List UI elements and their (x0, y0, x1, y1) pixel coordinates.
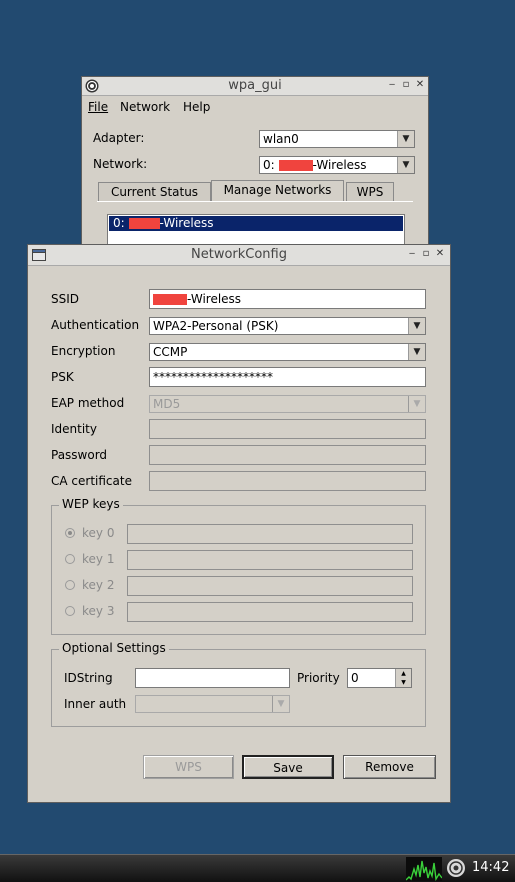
maximize-icon[interactable]: ▫ (400, 78, 412, 92)
wpa-gui-titlebar[interactable]: wpa_gui ‒ ▫ ✕ (82, 77, 428, 96)
list-item[interactable]: 0: -Wireless (109, 216, 403, 231)
eap-method-select[interactable]: MD5 ▼ (149, 395, 426, 413)
optional-settings-group (51, 649, 426, 727)
network-config-window: NetworkConfig ‒ ▫ ✕ SSID Authentication … (27, 244, 451, 803)
ssid-label: SSID (51, 292, 80, 306)
ca-certificate-label: CA certificate (51, 474, 132, 488)
key-2-radio[interactable] (65, 580, 75, 590)
idstring-label: IDString (64, 671, 113, 685)
priority-spinbox[interactable]: 0 ▲ ▼ (347, 668, 412, 688)
authentication-select[interactable]: WPA2-Personal (PSK) ▼ (149, 317, 426, 335)
chevron-down-icon[interactable]: ▼ (397, 131, 414, 147)
key-2-field[interactable] (127, 576, 413, 596)
network-config-titlebar[interactable]: NetworkConfig ‒ ▫ ✕ (28, 245, 450, 266)
authentication-label: Authentication (51, 318, 140, 332)
network-monitor-graph[interactable] (406, 857, 442, 881)
minimize-icon[interactable]: ‒ (406, 247, 418, 261)
close-icon[interactable]: ✕ (414, 78, 426, 92)
taskbar: 14:42 (0, 854, 515, 882)
list-item-prefix: 0: (113, 216, 129, 230)
network-prefix: 0: (263, 158, 279, 172)
network-config-title: NetworkConfig (191, 247, 287, 262)
wpa-gui-title: wpa_gui (228, 78, 282, 93)
minimize-icon[interactable]: ‒ (386, 78, 398, 92)
menu-help[interactable]: Help (183, 100, 210, 114)
inner-auth-label: Inner auth (64, 697, 127, 711)
spin-down-icon[interactable]: ▼ (395, 678, 411, 687)
key-1-label: key 1 (82, 552, 115, 566)
wpa-gui-window: wpa_gui ‒ ▫ ✕ File Network Help Adapter:… (81, 76, 429, 256)
close-icon[interactable]: ✕ (434, 247, 446, 261)
identity-field[interactable] (149, 419, 426, 439)
password-label: Password (51, 448, 108, 462)
tab-manage-networks[interactable]: Manage Networks (211, 180, 344, 201)
wep-keys-title: WEP keys (59, 497, 123, 511)
redaction-mark (128, 218, 160, 229)
taskbar-clock: 14:42 (472, 860, 510, 875)
priority-label: Priority (297, 671, 340, 685)
adapter-value: wlan0 (263, 132, 299, 146)
adapter-select[interactable]: wlan0 ▼ (259, 130, 415, 148)
chevron-down-icon[interactable]: ▼ (408, 318, 425, 334)
network-suffix: -Wireless (312, 158, 367, 172)
idstring-field[interactable] (135, 668, 290, 688)
eap-method-label: EAP method (51, 396, 125, 410)
redaction-mark (278, 160, 313, 171)
key-3-field[interactable] (127, 602, 413, 622)
chevron-down-icon[interactable]: ▼ (272, 696, 289, 712)
authentication-value: WPA2-Personal (PSK) (153, 319, 279, 333)
chevron-down-icon[interactable]: ▼ (397, 157, 414, 173)
key-2-label: key 2 (82, 578, 115, 592)
optional-settings-title: Optional Settings (59, 641, 169, 655)
maximize-icon[interactable]: ▫ (420, 247, 432, 261)
network-select[interactable]: 0: -Wireless ▼ (259, 156, 415, 174)
chevron-down-icon[interactable]: ▼ (408, 396, 425, 412)
redaction-mark (153, 294, 187, 305)
password-field[interactable] (149, 445, 426, 465)
psk-field[interactable]: ******************** (149, 367, 426, 387)
psk-value: ******************** (153, 370, 273, 384)
identity-label: Identity (51, 422, 97, 436)
remove-button[interactable]: Remove (343, 755, 436, 779)
key-0-radio[interactable] (65, 528, 75, 538)
ssid-suffix: -Wireless (187, 292, 242, 306)
key-0-field[interactable] (127, 524, 413, 544)
key-3-label: key 3 (82, 604, 115, 618)
list-item-suffix: -Wireless (159, 216, 214, 230)
adapter-label: Adapter: (93, 131, 145, 145)
save-button[interactable]: Save (242, 755, 334, 779)
key-0-label: key 0 (82, 526, 115, 540)
wps-button[interactable]: WPS (143, 755, 234, 779)
menu-network[interactable]: Network (120, 100, 170, 114)
network-label: Network: (93, 157, 148, 171)
psk-label: PSK (51, 370, 74, 384)
eap-method-value: MD5 (153, 397, 181, 411)
ca-certificate-field[interactable] (149, 471, 426, 491)
chevron-down-icon[interactable]: ▼ (408, 344, 425, 360)
encryption-value: CCMP (153, 345, 188, 359)
tab-current-status[interactable]: Current Status (98, 182, 211, 201)
key-1-field[interactable] (127, 550, 413, 570)
tab-wps[interactable]: WPS (346, 182, 394, 201)
key-1-radio[interactable] (65, 554, 75, 564)
key-3-radio[interactable] (65, 606, 75, 616)
spin-up-icon[interactable]: ▲ (395, 669, 411, 678)
encryption-label: Encryption (51, 344, 116, 358)
ssid-field[interactable]: -Wireless (149, 289, 426, 309)
priority-value: 0 (351, 671, 359, 685)
inner-auth-select[interactable]: ▼ (135, 695, 290, 713)
menu-file[interactable]: File (88, 100, 108, 114)
encryption-select[interactable]: CCMP ▼ (149, 343, 426, 361)
wpa-gui-tray-icon[interactable] (446, 858, 466, 878)
